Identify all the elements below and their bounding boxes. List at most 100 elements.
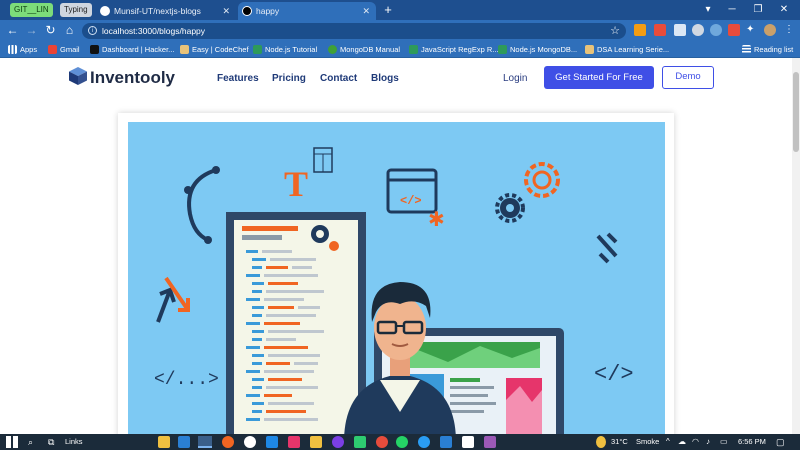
- login-link[interactable]: Login: [503, 73, 527, 84]
- taskbar-app-icon[interactable]: [288, 436, 300, 448]
- taskbar-search-label[interactable]: Links: [65, 436, 83, 448]
- chrome-icon[interactable]: [198, 436, 212, 448]
- taskbar-app-icon[interactable]: [440, 436, 452, 448]
- camera-extension-icon[interactable]: [674, 24, 686, 36]
- info-icon[interactable]: i: [88, 26, 97, 35]
- minimize-button[interactable]: ─: [724, 2, 740, 18]
- url-text: localhost:3000/blogs/happy: [102, 26, 206, 36]
- extension-icon[interactable]: [728, 24, 740, 36]
- taskbar-app-icon[interactable]: [222, 436, 234, 448]
- taskbar-app-icon[interactable]: [376, 436, 388, 448]
- task-view-icon[interactable]: ⧉: [48, 436, 54, 448]
- nav-blogs[interactable]: Blogs: [371, 73, 399, 84]
- tab-title: Munsif-UT/nextjs-blogs: [114, 6, 201, 16]
- extension-icon[interactable]: [654, 24, 666, 36]
- bookmark-label: Gmail: [60, 45, 80, 54]
- nav-contact[interactable]: Contact: [320, 73, 357, 84]
- bookmark-star-icon[interactable]: ☆: [610, 23, 620, 39]
- svg-text:✱: ✱: [428, 207, 445, 231]
- search-icon[interactable]: ⌕: [28, 436, 33, 448]
- bookmark-label: DSA Learning Serie...: [597, 45, 670, 54]
- codechef-icon: [180, 45, 189, 54]
- start-button[interactable]: [6, 436, 18, 448]
- tab-group-git-lin[interactable]: GIT__LIN: [10, 3, 53, 17]
- weather-description[interactable]: Smoke: [636, 436, 659, 448]
- mongodb-icon: [328, 45, 337, 54]
- bookmark-nodejs-tutorial[interactable]: Node.js Tutorial: [253, 41, 317, 58]
- bookmark-label: MongoDB Manual: [340, 45, 401, 54]
- bookmark-apps[interactable]: Apps: [8, 41, 37, 58]
- reading-list[interactable]: Reading list: [742, 41, 793, 58]
- taskbar-app-icon[interactable]: [418, 436, 430, 448]
- battery-icon[interactable]: ▭: [720, 436, 728, 448]
- tab-github[interactable]: Munsif-UT/nextjs-blogs ✕: [96, 2, 236, 20]
- taskbar-app-icon[interactable]: [354, 436, 366, 448]
- tab-group-typing[interactable]: Typing: [60, 3, 92, 17]
- taskbar-app-icon[interactable]: [310, 436, 322, 448]
- bookmark-label: Easy | CodeChef: [192, 45, 249, 54]
- puzzle-icon[interactable]: ✦: [746, 24, 758, 36]
- extension-icon[interactable]: [634, 24, 646, 36]
- apps-grid-icon: [8, 45, 17, 54]
- notifications-icon[interactable]: ▢: [776, 436, 785, 448]
- more-menu-icon[interactable]: ⋮: [784, 24, 796, 36]
- onedrive-icon[interactable]: ☁: [678, 436, 686, 448]
- avatar[interactable]: [764, 24, 776, 36]
- gmail-icon: [48, 45, 57, 54]
- home-button[interactable]: ⌂: [62, 23, 77, 38]
- inventooly-logo-icon[interactable]: [68, 66, 88, 86]
- page-scrollbar[interactable]: [792, 58, 800, 434]
- weather-temperature[interactable]: 31°C: [611, 436, 628, 448]
- reading-list-label: Reading list: [754, 45, 794, 54]
- tab-title: happy: [256, 6, 280, 16]
- get-started-button[interactable]: Get Started For Free: [544, 66, 654, 89]
- close-icon[interactable]: ✕: [222, 2, 230, 20]
- bookmark-regexp[interactable]: JavaScript RegExp R...: [409, 41, 499, 58]
- svg-text:</>: </>: [400, 194, 422, 208]
- developer-illustration: T </> ✱ </...> </>: [154, 147, 634, 434]
- reload-button[interactable]: ↻: [43, 23, 58, 38]
- vscode-icon[interactable]: [178, 436, 190, 448]
- w3schools-icon: [253, 45, 262, 54]
- hero-illustration: T </> ✱ </...> </>: [128, 122, 665, 434]
- volume-icon[interactable]: ♪: [706, 436, 710, 448]
- nav-pricing[interactable]: Pricing: [272, 73, 306, 84]
- maximize-button[interactable]: ❐: [750, 2, 766, 18]
- taskbar-app-icon[interactable]: [484, 436, 496, 448]
- whatsapp-icon[interactable]: [396, 436, 408, 448]
- taskbar-app-icon[interactable]: [332, 436, 344, 448]
- weather-icon[interactable]: [596, 436, 606, 448]
- taskbar-app-icon[interactable]: [462, 436, 474, 448]
- brand-name[interactable]: Inventooly: [90, 68, 175, 88]
- demo-button[interactable]: Demo: [662, 66, 714, 89]
- tab-search-icon[interactable]: ▾: [700, 2, 716, 18]
- new-tab-button[interactable]: +: [380, 2, 396, 18]
- forward-button[interactable]: →: [24, 23, 39, 38]
- bookmark-dsa[interactable]: DSA Learning Serie...: [585, 41, 669, 58]
- web-page: Inventooly Features Pricing Contact Blog…: [0, 58, 792, 434]
- show-hidden-icons[interactable]: ^: [666, 436, 670, 448]
- address-bar[interactable]: i localhost:3000/blogs/happy ☆: [82, 23, 626, 39]
- wifi-icon[interactable]: ◠: [692, 436, 699, 448]
- clock-time[interactable]: 6:56 PM: [738, 436, 766, 448]
- close-icon[interactable]: ✕: [362, 2, 370, 20]
- back-button[interactable]: ←: [5, 23, 20, 38]
- taskbar-app-icon[interactable]: [244, 436, 256, 448]
- tab-happy[interactable]: happy ✕: [238, 2, 376, 20]
- bookmark-nodejs-mongodb[interactable]: Node.js MongoDB...: [498, 41, 577, 58]
- bookmark-label: Node.js Tutorial: [265, 45, 318, 54]
- reading-list-icon: [742, 45, 751, 54]
- bookmark-codechef[interactable]: Easy | CodeChef: [180, 41, 249, 58]
- window-close-button[interactable]: ✕: [776, 2, 792, 18]
- taskbar-app-icon[interactable]: [266, 436, 278, 448]
- scrollbar-thumb[interactable]: [793, 72, 799, 152]
- extension-icon[interactable]: [692, 24, 704, 36]
- extension-icon[interactable]: [710, 24, 722, 36]
- bookmark-hackerrank[interactable]: Dashboard | Hacker...: [90, 41, 174, 58]
- codechef-icon: [585, 45, 594, 54]
- file-explorer-icon[interactable]: [158, 436, 170, 448]
- nav-features[interactable]: Features: [217, 73, 259, 84]
- w3schools-icon: [498, 45, 507, 54]
- bookmark-gmail[interactable]: Gmail: [48, 41, 80, 58]
- bookmark-mongodb-manual[interactable]: MongoDB Manual: [328, 41, 400, 58]
